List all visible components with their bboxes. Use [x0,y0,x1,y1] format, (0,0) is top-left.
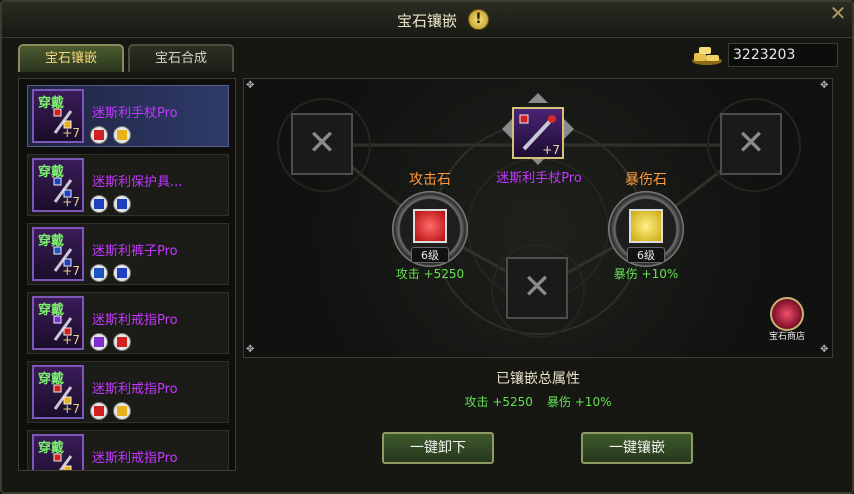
equipment-thumbnail: 穿戴 +7 [32,296,84,350]
gem-slot-icon [90,126,108,144]
gem-slot-indicators [90,333,136,355]
equipment-list-item[interactable]: 穿戴 +7 迷斯利手杖Pro [27,85,229,147]
equipped-badge: 穿戴 [38,372,65,387]
summary-attr: 暴伤 +10% [546,395,612,409]
enhance-level: +7 [62,126,80,140]
equipment-name: 迷斯利保护具... [92,175,183,190]
corner-ornament-icon: ✥ [246,80,255,91]
equipped-badge: 穿戴 [38,165,65,180]
equipment-name: 迷斯利裤子Pro [92,244,178,259]
empty-gem-slot[interactable]: ✕ [291,113,353,175]
close-button[interactable]: ✕ [824,2,852,26]
gem-slot-icon [90,195,108,213]
gem-slot-icon [113,126,131,144]
equipment-name: 迷斯利戒指Pro [92,382,178,397]
gem-attribute: 暴伤 +10% [613,267,679,281]
equipment-name: 迷斯利手杖Pro [92,106,178,121]
equipped-badge: 穿戴 [38,303,65,318]
tab-gem-inlay[interactable]: 宝石镶嵌 [18,44,124,72]
enhance-level: +7 [62,402,80,416]
equipment-thumbnail: 穿戴+7 [32,434,84,470]
attack-gem-icon [413,209,447,243]
corner-ornament-icon: ✥ [820,344,829,355]
gem-slot-icon [90,264,108,282]
equipment-list-item[interactable]: 穿戴+7 迷斯利戒指Pro [27,430,229,470]
selected-equipment-name: 迷斯利手杖Pro [496,171,582,186]
gem-slot-icon [113,402,131,420]
enhance-level: +7 [62,264,80,278]
equipment-list-item[interactable]: 穿戴 +7 迷斯利保护具... [27,154,229,216]
corner-ornament-icon: ✥ [820,80,829,91]
equipped-badge: 穿戴 [38,441,65,456]
gem-level: 6级 [627,247,665,263]
gem-inlay-window: 宝石镶嵌 ! ✕ 宝石镶嵌 宝石合成 3223203 穿戴 +7 迷斯利手杖Pro 穿… [0,0,854,494]
unequip-all-button[interactable]: 一键卸下 [382,432,494,464]
summary-attributes: 攻击 +5250 暴伤 +10% [443,393,633,410]
equipment-list[interactable]: 穿戴 +7 迷斯利手杖Pro 穿戴 +7 迷斯利保护具... 穿戴 +7 迷斯利裤子Pro 穿戴 +… [18,78,236,471]
equipment-name: 迷斯利戒指Pro [92,451,178,466]
summary-title: 已镶嵌总属性 [496,371,580,387]
info-icon[interactable]: ! [468,9,489,30]
corner-ornament-icon: ✥ [246,344,255,355]
gem-socket[interactable]: 6级 [392,191,468,267]
equipment-list-item[interactable]: 穿戴 +7 迷斯利戒指Pro [27,361,229,423]
summary-attr: 攻击 +5250 [464,395,533,409]
gem-socket[interactable]: 6级 [608,191,684,267]
selected-equipment-slot[interactable]: +7 [512,107,564,159]
gem-slot-indicators [90,195,136,217]
gem-slot-indicators [90,402,136,424]
gold-ingot-icon [692,47,722,65]
gem-attribute: 攻击 +5250 [395,267,465,281]
equipment-thumbnail: 穿戴 +7 [32,89,84,143]
crit-damage-gem-icon [629,209,663,243]
enhance-level: +7 [62,195,80,209]
gem-slot-indicators [90,264,136,286]
gem-slot-icon [113,333,131,351]
inlay-board: ✥ ✥ ✥ ✥ ✕ ✕ ✕ +7 迷斯利手杖Pro 攻击石 6级 攻击 +525… [243,78,833,358]
equipment-thumbnail: 穿戴 +7 [32,158,84,212]
equipment-name: 迷斯利戒指Pro [92,313,178,328]
equip-all-button[interactable]: 一键镶嵌 [581,432,693,464]
enhance-level: +7 [542,143,560,157]
window-title: 宝石镶嵌 [396,12,457,30]
gem-level: 6级 [411,247,449,263]
gem-slot-icon [90,402,108,420]
empty-gem-slot[interactable]: ✕ [720,113,782,175]
equipment-list-item[interactable]: 穿戴 +7 迷斯利裤子Pro [27,223,229,285]
gold-amount: 3223203 [728,43,838,67]
gem-name: 暴伤石 [625,172,667,188]
gem-slot-icon [90,333,108,351]
gem-shop-label: 宝石商店 [768,332,805,342]
title-bar: 宝石镶嵌 ! ✕ [2,2,852,38]
equipment-thumbnail: 穿戴 +7 [32,227,84,281]
empty-gem-slot[interactable]: ✕ [506,257,568,319]
gem-slot-icon [113,195,131,213]
gem-slot-icon [113,264,131,282]
equipped-badge: 穿戴 [38,234,65,249]
gem-shop-icon [770,297,804,331]
equipment-thumbnail: 穿戴 +7 [32,365,84,419]
tab-gem-synthesis[interactable]: 宝石合成 [128,44,234,72]
gem-slot-indicators [90,126,136,148]
equipped-badge: 穿戴 [38,96,65,111]
equipment-list-item[interactable]: 穿戴 +7 迷斯利戒指Pro [27,292,229,354]
enhance-level: +7 [62,333,80,347]
gem-name: 攻击石 [409,172,451,188]
gem-shop-button[interactable]: 宝石商店 [766,297,808,343]
